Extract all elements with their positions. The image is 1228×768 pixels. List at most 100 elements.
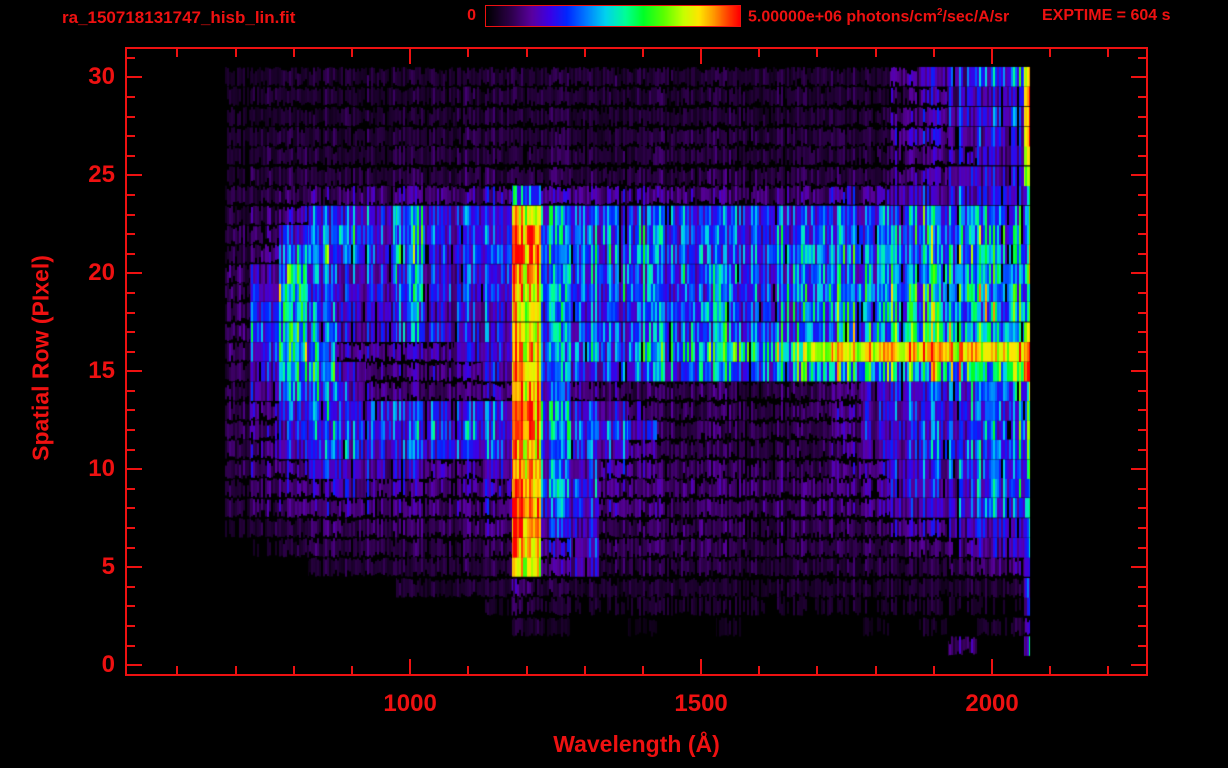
page-title: ra_150718131747_hisb_lin.fit (62, 8, 295, 28)
y-axis-minor-tick (127, 488, 135, 490)
x-axis-minor-tick-top (293, 49, 295, 57)
y-axis-major-tick-right (1131, 566, 1146, 568)
x-axis-major-tick-top (409, 49, 411, 64)
y-axis-minor-tick-right (1138, 645, 1146, 647)
x-axis-minor-tick (1107, 666, 1109, 674)
x-axis-minor-tick (758, 666, 760, 674)
y-axis-minor-tick-right (1138, 507, 1146, 509)
y-axis-minor-tick (127, 194, 135, 196)
y-axis-minor-tick-right (1138, 155, 1146, 157)
y-axis-minor-tick-right (1138, 547, 1146, 549)
y-axis-minor-tick-right (1138, 605, 1146, 607)
y-axis-minor-tick-right (1138, 527, 1146, 529)
x-axis-tick-label: 1500 (631, 690, 771, 718)
colorbar-min-label: 0 (452, 7, 476, 25)
y-axis-minor-tick (127, 547, 135, 549)
x-axis-minor-tick-top (235, 49, 237, 57)
x-axis-minor-tick (467, 666, 469, 674)
x-axis-minor-tick-top (816, 49, 818, 57)
x-axis-title: Wavelength (Å) (125, 731, 1148, 758)
colorbar-units-suffix: /sec/A/sr (943, 8, 1010, 25)
y-axis-minor-tick-right (1138, 351, 1146, 353)
y-axis-minor-tick (127, 292, 135, 294)
colorbar-max-label: 5.00000e+06 photons/cm2/sec/A/sr (748, 7, 1009, 26)
x-axis-major-tick (409, 659, 411, 674)
y-axis-major-tick (127, 566, 142, 568)
y-axis-minor-tick-right (1138, 449, 1146, 451)
y-axis-minor-tick (127, 116, 135, 118)
y-axis-minor-tick (127, 605, 135, 607)
y-axis-major-tick-right (1131, 174, 1146, 176)
y-axis-minor-tick-right (1138, 116, 1146, 118)
y-axis-major-tick-right (1131, 664, 1146, 666)
y-axis-minor-tick (127, 351, 135, 353)
x-axis-minor-tick (293, 666, 295, 674)
y-axis-minor-tick (127, 312, 135, 314)
x-axis-minor-tick-top (584, 49, 586, 57)
y-axis-minor-tick (127, 253, 135, 255)
x-axis-minor-tick-top (1107, 49, 1109, 57)
y-axis-minor-tick-right (1138, 331, 1146, 333)
x-axis-major-tick-top (991, 49, 993, 64)
y-axis-minor-tick-right (1138, 586, 1146, 588)
y-axis-tick-label: 0 (45, 651, 115, 679)
x-axis-major-tick (700, 659, 702, 674)
y-axis-tick-label: 5 (45, 553, 115, 581)
x-axis-minor-tick-top (933, 49, 935, 57)
exptime-label: EXPTIME = 604 s (1042, 7, 1171, 25)
x-axis-minor-tick (235, 666, 237, 674)
x-axis-minor-tick (176, 666, 178, 674)
colorbar-gradient (486, 6, 740, 26)
x-axis-minor-tick-top (758, 49, 760, 57)
y-axis-major-tick (127, 370, 142, 372)
y-axis-major-tick-right (1131, 272, 1146, 274)
y-axis-minor-tick-right (1138, 292, 1146, 294)
x-axis-minor-tick (526, 666, 528, 674)
y-axis-minor-tick-right (1138, 625, 1146, 627)
y-axis-major-tick-right (1131, 370, 1146, 372)
x-axis-minor-tick (642, 666, 644, 674)
y-axis-minor-tick-right (1138, 390, 1146, 392)
y-axis-major-tick-right (1131, 76, 1146, 78)
y-axis-major-tick (127, 664, 142, 666)
x-axis-minor-tick-top (176, 49, 178, 57)
y-axis-major-tick (127, 174, 142, 176)
y-axis-minor-tick (127, 214, 135, 216)
x-axis-major-tick (991, 659, 993, 674)
colorbar-units-prefix: photons/cm (842, 8, 937, 25)
y-axis-minor-tick-right (1138, 57, 1146, 59)
x-axis-minor-tick (351, 666, 353, 674)
y-axis-major-tick-right (1131, 468, 1146, 470)
plot-frame (125, 47, 1148, 676)
y-axis-minor-tick (127, 507, 135, 509)
x-axis-minor-tick (816, 666, 818, 674)
x-axis-minor-tick-top (642, 49, 644, 57)
x-axis-tick-label: 1000 (340, 690, 480, 718)
y-axis-minor-tick (127, 57, 135, 59)
y-axis-tick-label: 10 (45, 455, 115, 483)
plot-window: ra_150718131747_hisb_lin.fit 0 5.00000e+… (0, 0, 1228, 768)
y-axis-minor-tick-right (1138, 488, 1146, 490)
x-axis-major-tick-top (700, 49, 702, 64)
x-axis-minor-tick (933, 666, 935, 674)
y-axis-minor-tick (127, 429, 135, 431)
x-axis-minor-tick-top (1049, 49, 1051, 57)
x-axis-minor-tick-top (467, 49, 469, 57)
y-axis-major-tick (127, 468, 142, 470)
y-axis-tick-label: 15 (45, 357, 115, 385)
y-axis-minor-tick-right (1138, 96, 1146, 98)
y-axis-major-tick (127, 76, 142, 78)
y-axis-tick-label: 20 (45, 259, 115, 287)
y-axis-minor-tick (127, 155, 135, 157)
y-axis-minor-tick-right (1138, 214, 1146, 216)
colorbar (485, 5, 741, 27)
y-axis-tick-label: 30 (45, 63, 115, 91)
x-axis-minor-tick (584, 666, 586, 674)
y-axis-minor-tick (127, 645, 135, 647)
x-axis-minor-tick-top (526, 49, 528, 57)
y-axis-minor-tick-right (1138, 253, 1146, 255)
y-axis-minor-tick-right (1138, 312, 1146, 314)
y-axis-minor-tick-right (1138, 429, 1146, 431)
y-axis-minor-tick (127, 233, 135, 235)
colorbar-max-value: 5.00000e+06 (748, 8, 842, 25)
